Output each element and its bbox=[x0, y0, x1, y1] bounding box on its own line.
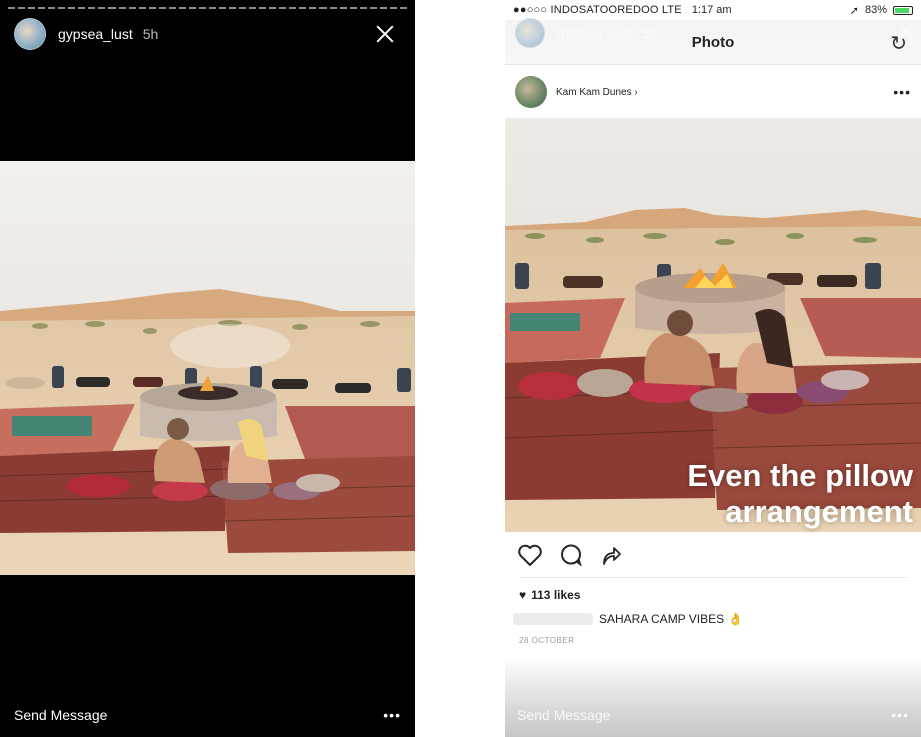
avatar bbox=[515, 18, 545, 48]
ok-hand-icon: 👌 bbox=[728, 612, 744, 626]
story-progress-bar bbox=[8, 7, 407, 9]
close-icon[interactable] bbox=[373, 22, 397, 46]
post-footer: Send Message ••• bbox=[505, 693, 921, 737]
send-message-button[interactable]: Send Message bbox=[517, 707, 610, 723]
ghost-username: gypsea_lust bbox=[557, 25, 632, 41]
screenshot-collage: gypsea_lust 5h Send Message ••• ●●○○○ IN… bbox=[0, 0, 921, 737]
location-arrow-icon: ➚ bbox=[849, 4, 859, 17]
avatar[interactable] bbox=[515, 76, 547, 108]
post-viewer: ●●○○○ INDOSATOOREDOO LTE 1:17 am ➚ 83% P… bbox=[505, 0, 921, 737]
story-photo[interactable] bbox=[0, 161, 415, 575]
overlay-line-2: arrangement bbox=[725, 494, 913, 529]
story-username[interactable]: gypsea_lust bbox=[58, 26, 133, 42]
more-icon[interactable]: ••• bbox=[891, 707, 909, 723]
divider bbox=[519, 577, 907, 578]
status-bar: ●●○○○ INDOSATOOREDOO LTE 1:17 am ➚ 83% bbox=[505, 0, 921, 20]
overlay-caption: Even the pillow arrangement bbox=[687, 458, 913, 530]
heart-icon[interactable] bbox=[517, 543, 543, 567]
story-header-ghost: gypsea_lust 5h bbox=[515, 18, 657, 48]
status-time: 1:17 am bbox=[691, 4, 732, 16]
likes-label: 113 likes bbox=[531, 588, 581, 602]
battery-icon bbox=[893, 5, 913, 15]
carrier-label: ●●○○○ INDOSATOOREDOO LTE bbox=[513, 4, 682, 16]
share-icon[interactable] bbox=[599, 543, 623, 567]
comment-icon[interactable] bbox=[559, 543, 583, 567]
ghost-timestamp: 5h bbox=[641, 25, 658, 41]
overlay-line-1: Even the pillow bbox=[687, 458, 913, 493]
close-icon[interactable] bbox=[897, 22, 915, 40]
location-link[interactable]: Kam Kam Dunes › bbox=[556, 87, 638, 98]
send-message-button[interactable]: Send Message bbox=[14, 707, 107, 723]
caption-username-blurred[interactable] bbox=[513, 613, 593, 625]
caption-text: SAHARA CAMP VIBES bbox=[599, 612, 725, 626]
post-header: Kam Kam Dunes › ••• bbox=[505, 70, 921, 114]
story-timestamp: 5h bbox=[142, 26, 159, 42]
heart-small-icon: ♥ bbox=[519, 588, 527, 602]
more-icon[interactable]: ••• bbox=[383, 707, 401, 723]
location-label: Kam Kam Dunes bbox=[556, 86, 632, 98]
story-header: gypsea_lust 5h bbox=[14, 18, 405, 50]
likes-count[interactable]: ♥ 113 likes bbox=[519, 588, 581, 602]
story-footer: Send Message ••• bbox=[0, 693, 415, 737]
more-icon[interactable]: ••• bbox=[893, 84, 911, 100]
avatar[interactable] bbox=[14, 18, 46, 50]
chevron-right-icon: › bbox=[634, 86, 638, 98]
story-viewer: gypsea_lust 5h Send Message ••• bbox=[0, 0, 415, 737]
post-date: 28 OCTOBER bbox=[519, 636, 575, 645]
action-bar bbox=[517, 540, 623, 570]
battery-percent: 83% bbox=[864, 4, 887, 16]
post-caption: SAHARA CAMP VIBES 👌 bbox=[513, 612, 743, 626]
